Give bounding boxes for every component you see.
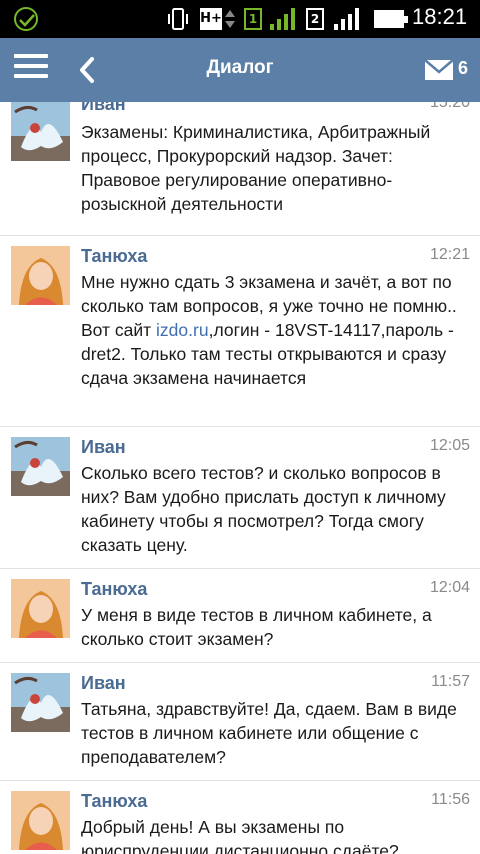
data-arrows-icon [225, 10, 235, 28]
sim1-badge: 1 [244, 8, 262, 30]
battery-icon [374, 10, 408, 28]
message-time: 12:04 [429, 579, 470, 596]
message-link[interactable]: izdo.ru [156, 320, 209, 340]
message-text: Добрый день! А вы экзамены по юриспруден… [81, 817, 399, 854]
message-text: Сколько всего тестов? и сколько вопросов… [81, 463, 446, 555]
avatar[interactable] [11, 102, 70, 161]
signal-icon [270, 8, 295, 30]
unread-count[interactable]: 6 [458, 58, 468, 79]
status-time: 18:21 [412, 4, 468, 29]
avatar[interactable] [11, 246, 70, 305]
avatar[interactable] [11, 579, 70, 638]
message-time: 12:05 [429, 437, 470, 454]
message-author[interactable]: Иван [81, 437, 126, 458]
message-item[interactable]: Танюха 11:56 Добрый день! А вы экзамены … [0, 781, 480, 854]
message-item[interactable]: Иван 12:05 Сколько всего тестов? и сколь… [0, 427, 480, 569]
message-time: 11:56 [431, 791, 470, 808]
vibrate-icon [168, 8, 188, 30]
avatar[interactable] [11, 791, 70, 850]
avatar[interactable] [11, 437, 70, 496]
message-time: 15:20 [429, 102, 470, 111]
message-item[interactable]: Танюха 12:21 Мне нужно сдать 3 экзамена … [0, 236, 480, 427]
status-bar: H+ 1 2 18:21 [0, 0, 480, 38]
avatar[interactable] [11, 673, 70, 732]
message-item[interactable]: Иван 11:57 Татьяна, здравствуйте! Да, сд… [0, 663, 480, 781]
signal-icon [334, 8, 359, 30]
message-text: У меня в виде тестов в личном кабинете, … [81, 605, 432, 649]
message-author[interactable]: Танюха [81, 791, 147, 812]
message-text: Мне нужно сдать 3 экзамена и зачёт, а во… [81, 270, 471, 390]
message-time: 12:21 [429, 246, 470, 263]
message-text: Татьяна, здравствуйте! Да, сдаем. Вам в … [81, 699, 457, 767]
check-circle-icon [14, 7, 38, 31]
network-type-badge: H+ [200, 8, 222, 30]
page-title: Диалог [206, 57, 274, 78]
message-author[interactable]: Иван [81, 102, 126, 115]
app-header: Диалог 6 [0, 38, 480, 102]
message-list[interactable]: Иван 15:20 Экзамены: Криминалистика, Арб… [0, 102, 480, 854]
sim2-badge: 2 [306, 8, 324, 30]
message-author[interactable]: Танюха [81, 246, 147, 267]
message-author[interactable]: Танюха [81, 579, 147, 600]
message-text: Экзамены: Криминалистика, Арбитражный пр… [81, 122, 431, 214]
message-item[interactable]: Иван 15:20 Экзамены: Криминалистика, Арб… [0, 102, 480, 236]
message-author[interactable]: Иван [81, 673, 126, 694]
message-item[interactable]: Танюха 12:04 У меня в виде тестов в личн… [0, 569, 480, 663]
mail-icon[interactable] [424, 58, 454, 82]
message-time: 11:57 [431, 673, 470, 690]
